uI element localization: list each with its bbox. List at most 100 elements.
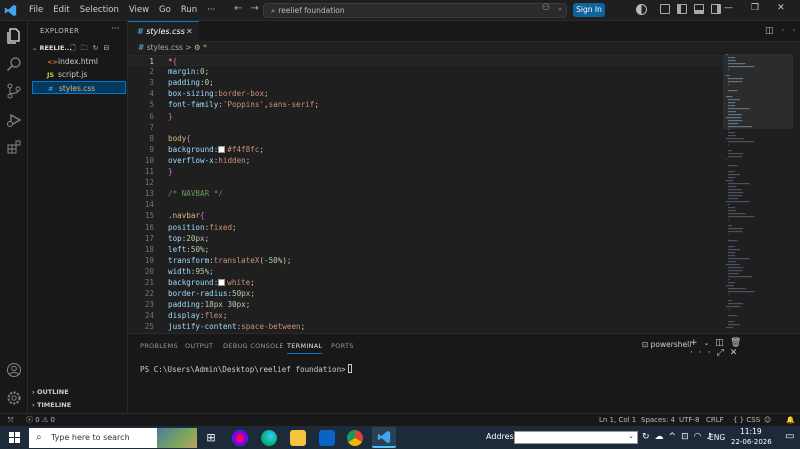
menu-item-run[interactable]: Run: [176, 0, 202, 21]
menu-item-selection[interactable]: Selection: [75, 0, 124, 21]
menu-item-file[interactable]: File: [24, 0, 48, 21]
code-line[interactable]: 13 /* NAVBAR */: [128, 188, 723, 199]
close-tab-icon[interactable]: ✕: [186, 22, 193, 42]
extensions-icon[interactable]: [6, 139, 22, 155]
new-terminal-icon[interactable]: +: [690, 338, 704, 348]
panel-tab-debug-console[interactable]: DEBUG CONSOLE: [223, 342, 284, 350]
file-script-js[interactable]: JS script.js: [32, 68, 126, 81]
cursor-position[interactable]: Ln 1, Col 1: [599, 414, 636, 426]
end-of-line[interactable]: CRLF: [706, 414, 724, 426]
chrome-icon[interactable]: [347, 430, 363, 446]
minimap-viewport[interactable]: [723, 54, 793, 129]
more-editor-actions-icon[interactable]: ···: [782, 26, 800, 36]
wifi-icon[interactable]: ◠: [694, 432, 707, 442]
folder-header[interactable]: ⌄ REELIE... 🗋🗀↻⊟: [32, 42, 126, 54]
network-icon[interactable]: ⊡: [681, 432, 694, 442]
customize-layout-icon[interactable]: [660, 4, 670, 14]
more-panel-actions-icon[interactable]: ···: [690, 348, 717, 358]
timeline-section[interactable]: › TIMELINE: [32, 401, 71, 409]
weather-icon[interactable]: ☁: [655, 432, 669, 442]
code-line[interactable]: 16 position:fixed;: [128, 222, 723, 233]
collapse-all-icon[interactable]: ⊟: [104, 44, 115, 52]
copilot-status-icon[interactable]: ☺: [764, 414, 771, 426]
taskbar-search[interactable]: ⌕ Type here to search: [29, 428, 157, 448]
notifications-icon[interactable]: 🔔: [786, 414, 795, 426]
breadcrumb-selector[interactable]: *: [203, 43, 207, 52]
new-folder-icon[interactable]: 🗀: [81, 44, 93, 52]
vscode-taskbar-icon[interactable]: [372, 427, 396, 448]
clock-date[interactable]: 22-06-2026: [731, 438, 772, 446]
refresh-icon[interactable]: ↻: [642, 432, 655, 442]
accounts-activity-icon[interactable]: [6, 362, 22, 378]
code-line[interactable]: 14: [128, 199, 723, 210]
code-line[interactable]: 24 display:flex;: [128, 310, 723, 321]
show-hidden-icons-icon[interactable]: ^: [669, 432, 682, 442]
menu-item-view[interactable]: View: [124, 0, 154, 21]
code-line[interactable]: 15 .navbar{: [128, 210, 723, 221]
search-highlight-image[interactable]: [157, 428, 197, 448]
file-explorer-icon[interactable]: [290, 430, 306, 446]
code-line[interactable]: 1 *{: [128, 55, 723, 66]
code-editor[interactable]: 1 *{2 margin:0; 3 padding:0; 4 box-sizing:bord…: [128, 54, 723, 333]
code-line[interactable]: 22 border-radius:50px;: [128, 288, 723, 299]
remote-icon[interactable]: ⤲: [8, 414, 14, 426]
code-line[interactable]: 2 margin:0;: [128, 66, 723, 77]
code-line[interactable]: 3 padding:0;: [128, 77, 723, 88]
menu-item-edit[interactable]: Edit: [48, 0, 74, 21]
code-line[interactable]: 11}: [128, 166, 723, 177]
outlook-icon[interactable]: [319, 430, 335, 446]
copilot-app-icon[interactable]: [232, 430, 248, 446]
chevron-down-icon[interactable]: ⌄: [557, 4, 563, 12]
language-indicator[interactable]: ENG: [709, 433, 725, 442]
chevron-down-icon[interactable]: ⌄: [704, 339, 716, 347]
breadcrumb-file[interactable]: styles.css: [147, 43, 183, 52]
windows-start-icon[interactable]: [9, 432, 20, 443]
terminal-output[interactable]: PS C:\Users\Admin\Desktop\reelief founda…: [140, 364, 352, 374]
code-line[interactable]: 18 left:50%;: [128, 244, 723, 255]
menu-item-[interactable]: ···: [202, 0, 220, 21]
run-debug-icon[interactable]: [6, 112, 22, 128]
tab-styles-css[interactable]: # styles.css ✕: [128, 21, 199, 42]
minimize-icon[interactable]: —: [724, 3, 733, 13]
chevron-down-icon[interactable]: ⌄: [628, 432, 634, 440]
source-control-icon[interactable]: [6, 83, 22, 99]
code-line[interactable]: 17 top:20px;: [128, 233, 723, 244]
code-line[interactable]: 5 font-family:'Poppins',sans-serif;: [128, 99, 723, 110]
sign-in-button[interactable]: Sign In: [573, 3, 605, 17]
restore-icon[interactable]: ❐: [751, 3, 759, 13]
encoding[interactable]: UTF-8: [679, 414, 699, 426]
edge-browser-icon[interactable]: [261, 430, 277, 446]
copilot-icon[interactable]: ⚇: [542, 3, 550, 13]
color-swatch[interactable]: [218, 145, 226, 153]
code-line[interactable]: 10 overflow-x:hidden;: [128, 155, 723, 166]
new-file-icon[interactable]: 🗋: [70, 44, 81, 52]
code-line[interactable]: 7: [128, 122, 723, 133]
refresh-icon[interactable]: ↻: [93, 44, 104, 52]
panel-tab-problems[interactable]: PROBLEMS: [140, 342, 178, 350]
command-center-search[interactable]: ⌕ reelief foundation: [263, 3, 567, 18]
terminal-shell[interactable]: ⊡ powershell: [642, 340, 691, 349]
code-line[interactable]: 25 justify-content:space-between;: [128, 321, 723, 332]
code-line[interactable]: 20 width:95%;: [128, 266, 723, 277]
panel-tab-output[interactable]: OUTPUT: [185, 342, 213, 350]
problems-status[interactable]: ⓧ 0 ⚠ 0: [26, 414, 55, 426]
minimap[interactable]: [723, 54, 793, 333]
outline-section[interactable]: › OUTLINE: [32, 388, 69, 396]
file-styles-css[interactable]: # styles.css: [32, 81, 126, 94]
address-bar-input[interactable]: ⌄: [514, 431, 638, 444]
maximize-panel-icon[interactable]: ⤢: [717, 348, 730, 358]
indentation[interactable]: Spaces: 4: [641, 414, 675, 426]
code-line[interactable]: 4 box-sizing:border-box;: [128, 88, 723, 99]
clock-time[interactable]: 11:19: [740, 427, 762, 436]
close-panel-icon[interactable]: ✕: [730, 348, 744, 358]
toggle-panel-icon[interactable]: [694, 4, 704, 14]
code-line[interactable]: 9 background: #f4f8fc;: [128, 144, 723, 155]
panel-tab-terminal[interactable]: TERMINAL: [287, 342, 323, 354]
accounts-icon[interactable]: [636, 4, 647, 15]
toggle-secondary-sidebar-icon[interactable]: [711, 4, 721, 14]
split-terminal-icon[interactable]: ◫: [715, 338, 730, 348]
kill-terminal-icon[interactable]: 🗑: [730, 338, 747, 348]
code-line[interactable]: 21 background: white;: [128, 277, 723, 288]
code-line[interactable]: 23 padding:18px 30px;: [128, 299, 723, 310]
close-window-icon[interactable]: ✕: [777, 3, 785, 13]
